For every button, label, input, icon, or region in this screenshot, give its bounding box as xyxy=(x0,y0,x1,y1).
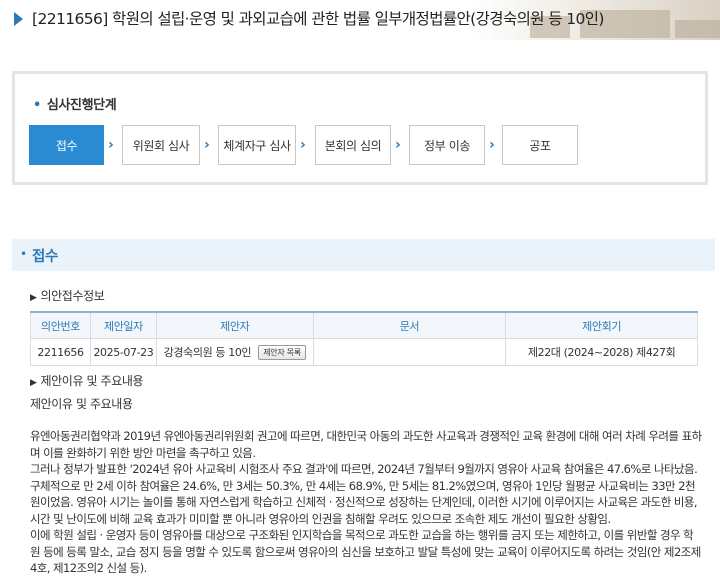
table-row: 2211656 2025-07-23 강경숙의원 등 10인 제안자 목록 제2… xyxy=(30,338,698,366)
progress-title-text: 심사진행단계 xyxy=(46,98,117,113)
bill-info-table: 의안번호 제안일자 제안자 문서 제안회기 2211656 2025-07-23… xyxy=(30,311,698,366)
step-received[interactable]: 접수 xyxy=(29,125,104,165)
chevron-right-icon: › xyxy=(300,137,306,153)
header-session: 제안회기 xyxy=(505,311,698,339)
chevron-right-icon: › xyxy=(489,137,495,153)
info-heading: ▶ 의안접수정보 xyxy=(30,287,105,304)
step-plenary[interactable]: 본회의 심의 xyxy=(315,125,391,165)
bill-no: 2211656 xyxy=(30,338,91,366)
bullet-icon: • xyxy=(20,247,28,261)
section-header: • 접수 xyxy=(12,239,715,271)
progress-panel: • 심사진행단계 접수 › 위원회 심사 › 체계자구 심사 › 본회의 심의 ›… xyxy=(12,71,708,185)
chevron-right-icon: › xyxy=(108,137,114,153)
reason-paragraph: 유엔아동권리협약과 2019년 유엔아동권리위원회 권고에 따르면, 대한민국 … xyxy=(30,429,702,460)
bullet-icon: • xyxy=(33,98,41,113)
title-arrow-icon xyxy=(14,12,23,26)
session: 제22대 (2024~2028) 제427회 xyxy=(505,338,698,366)
chevron-right-icon: › xyxy=(395,137,401,153)
document-cell xyxy=(312,338,507,366)
reason-heading: ▶ 제안이유 및 주요내용 xyxy=(30,372,144,389)
title-bar: [2211656] 학원의 설립·운영 및 과외교습에 관한 법률 일부개정법률… xyxy=(0,0,720,40)
page-title: [2211656] 학원의 설립·운영 및 과외교습에 관한 법률 일부개정법률… xyxy=(32,10,604,28)
proposal-date: 2025-07-23 xyxy=(89,338,157,366)
step-committee-review[interactable]: 위원회 심사 xyxy=(122,125,200,165)
proposer-name: 강경숙의원 등 10인 xyxy=(163,345,252,359)
reason-heading-text: 제안이유 및 주요내용 xyxy=(40,374,144,388)
progress-title: • 심사진행단계 xyxy=(33,94,117,113)
reason-content: 유엔아동권리협약과 2019년 유엔아동권리위원회 권고에 따르면, 대한민국 … xyxy=(30,428,702,577)
header-document: 문서 xyxy=(312,311,507,339)
header-bill-no: 의안번호 xyxy=(30,311,91,339)
triangle-right-icon: ▶ xyxy=(30,293,37,303)
header-date: 제안일자 xyxy=(89,311,157,339)
triangle-right-icon: ▶ xyxy=(30,378,37,388)
step-government-transfer[interactable]: 정부 이송 xyxy=(409,125,485,165)
reason-label: 제안이유 및 주요내용 xyxy=(30,397,133,411)
step-promulgation[interactable]: 공포 xyxy=(502,125,578,165)
proposer-cell: 강경숙의원 등 10인 제안자 목록 xyxy=(155,338,314,366)
proposer-list-button[interactable]: 제안자 목록 xyxy=(258,345,306,361)
info-heading-text: 의안접수정보 xyxy=(40,289,105,303)
reason-paragraph: 이에 학원 설립 · 운영자 등이 영유아를 대상으로 구조화된 인지학습을 목… xyxy=(30,528,701,575)
chevron-right-icon: › xyxy=(204,137,210,153)
section-title: 접수 xyxy=(32,249,58,265)
step-legal-review[interactable]: 체계자구 심사 xyxy=(218,125,296,165)
header-proposer: 제안자 xyxy=(155,311,314,339)
reason-paragraph: 그러나 정부가 발표한 '2024년 유아 사교육비 시험조사 주요 결과'에 … xyxy=(30,462,698,526)
table-header-row: 의안번호 제안일자 제안자 문서 제안회기 xyxy=(30,311,698,339)
